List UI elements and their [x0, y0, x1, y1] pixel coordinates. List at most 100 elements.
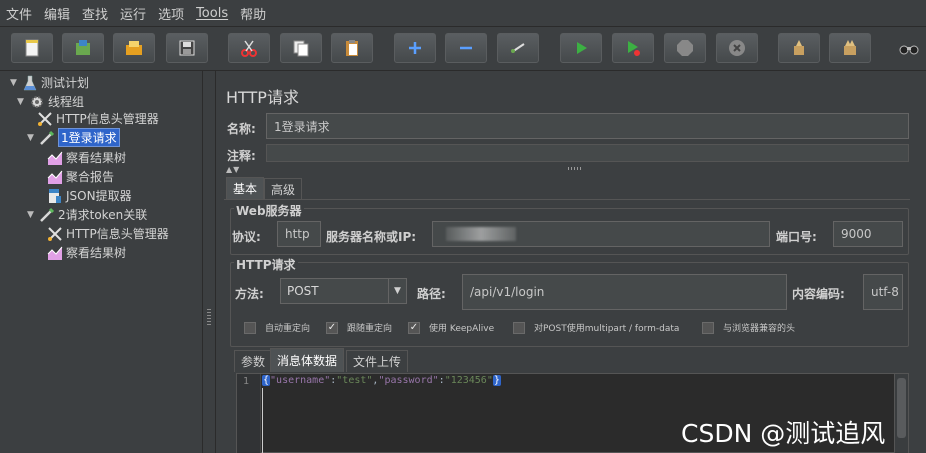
test-plan-tree: ▼ 测试计划 ▼ 线程组 HTTP信息头管理器 ▼ 1登录请求 察看结果树 聚合… [0, 71, 203, 453]
checkbox-box[interactable] [513, 321, 525, 334]
checkbox-box[interactable] [702, 321, 714, 334]
port-label: 端口号: [776, 230, 817, 244]
tree-item-token-request[interactable]: ▼ 2请求token关联 [27, 205, 147, 224]
expand-arrow-icon[interactable]: ▼ [27, 133, 39, 143]
header-manager-icon [47, 226, 63, 242]
listener-icon [47, 150, 63, 166]
checkbox-box[interactable] [244, 321, 256, 334]
tab-advanced[interactable]: 高级 [264, 178, 303, 200]
checkbox-keepalive[interactable]: ✓ 使用 KeepAlive [408, 321, 494, 334]
open-brace: { [262, 375, 271, 386]
tab-basic[interactable]: 基本 [226, 177, 265, 199]
tree-item-login-request[interactable]: ▼ 1登录请求 [27, 128, 120, 147]
method-select[interactable]: POST ▼ [280, 278, 407, 304]
menu-search[interactable]: 查找 [82, 4, 108, 23]
checkbox-multipart[interactable]: 对POST使用multipart / form-data [513, 321, 679, 334]
templates-button[interactable] [62, 33, 104, 63]
json-key-username: "username" [270, 375, 331, 386]
shutdown-icon [729, 40, 745, 56]
menu-edit[interactable]: 编辑 [44, 4, 70, 23]
chevron-down-icon[interactable]: ▼ [388, 279, 406, 303]
cut-button[interactable] [228, 33, 270, 63]
search-icon [899, 45, 919, 55]
checkmark-icon[interactable]: ✓ [408, 321, 420, 334]
close-brace: } [492, 375, 501, 386]
tree-item-header-manager[interactable]: HTTP信息头管理器 [37, 109, 159, 128]
checkbox-follow-redirect[interactable]: ✓ 跟随重定向 [326, 321, 392, 334]
new-button[interactable] [11, 33, 53, 63]
paste-icon [346, 40, 358, 56]
tree-item-test-plan[interactable]: ▼ 测试计划 [10, 73, 89, 92]
name-input[interactable]: 1登录请求 [266, 113, 909, 139]
web-server-title: Web服务器 [234, 202, 304, 219]
test-plan-icon [22, 75, 38, 91]
menu-help[interactable]: 帮助 [240, 4, 266, 23]
protocol-input[interactable]: http [277, 221, 321, 247]
open-button[interactable] [113, 33, 155, 63]
save-button[interactable] [166, 33, 208, 63]
editor-scrollbar[interactable] [894, 374, 908, 453]
checkmark-icon[interactable]: ✓ [326, 321, 338, 334]
expand-button[interactable] [394, 33, 436, 63]
new-icon [25, 39, 39, 57]
start-no-pause-button[interactable] [612, 33, 654, 63]
scrollbar-thumb[interactable] [897, 378, 906, 438]
page-title: HTTP请求 [226, 88, 299, 107]
panel-splitter[interactable] [203, 71, 216, 453]
save-icon [179, 40, 195, 56]
tree-item-json-extractor[interactable]: JSON提取器 [47, 186, 132, 205]
comment-input[interactable] [266, 144, 909, 162]
clear-button[interactable] [778, 33, 820, 63]
menu-run[interactable]: 运行 [120, 4, 146, 23]
text-cursor [262, 388, 263, 453]
header-manager-icon [37, 111, 53, 127]
tab-file-upload[interactable]: 文件上传 [346, 350, 409, 372]
expand-arrow-icon[interactable]: ▼ [10, 78, 22, 88]
stop-button[interactable] [664, 33, 706, 63]
checkbox-browser-headers[interactable]: 与浏览器兼容的头 [702, 321, 795, 334]
thread-group-icon [29, 94, 45, 110]
tab-body-data[interactable]: 消息体数据 [270, 348, 345, 372]
clear-all-icon [844, 40, 856, 55]
splitter-grip-icon[interactable] [207, 309, 211, 325]
checkbox-auto-redirect[interactable]: 自动重定向 [244, 321, 310, 334]
json-value-username: "test" [336, 375, 373, 386]
http-request-title: HTTP请求 [234, 256, 298, 273]
server-label: 服务器名称或IP: [326, 230, 417, 244]
resize-dots-icon[interactable] [568, 167, 582, 170]
collapse-arrows-icon[interactable]: ▲▼ [226, 165, 240, 174]
tab-parameters[interactable]: 参数 [234, 350, 273, 372]
comment-label: 注释: [227, 149, 256, 163]
collapse-button[interactable] [445, 33, 487, 63]
port-input[interactable]: 9000 [833, 221, 903, 247]
tree-item-results-tree[interactable]: 察看结果树 [47, 148, 126, 167]
paste-button[interactable] [331, 33, 373, 63]
menu-bar: 文件 编辑 查找 运行 选项 Tools 帮助 [0, 0, 926, 27]
start-button[interactable] [560, 33, 602, 63]
json-value-password: "123456" [444, 375, 493, 386]
menu-tools[interactable]: Tools [196, 6, 228, 21]
copy-button[interactable] [280, 33, 322, 63]
tree-item-aggregate-report[interactable]: 聚合报告 [47, 167, 114, 186]
toggle-icon [511, 43, 525, 53]
expand-arrow-icon[interactable]: ▼ [27, 210, 39, 220]
method-label: 方法: [235, 287, 264, 301]
tree-item-header-manager-2[interactable]: HTTP信息头管理器 [47, 224, 169, 243]
toggle-button[interactable] [497, 33, 539, 63]
watermark: CSDN @测试追风 [681, 419, 886, 448]
shutdown-button[interactable] [716, 33, 758, 63]
sampler-icon [39, 130, 55, 146]
collapse-icon [460, 46, 472, 50]
search-button[interactable] [892, 33, 926, 63]
tree-item-results-tree-2[interactable]: 察看结果树 [47, 243, 126, 262]
expand-arrow-icon[interactable]: ▼ [17, 97, 29, 107]
expand-icon [409, 42, 421, 54]
encoding-input[interactable]: utf-8 [863, 274, 903, 310]
menu-options[interactable]: 选项 [158, 4, 184, 23]
line-gutter: 1 [237, 374, 261, 453]
extractor-icon [47, 188, 63, 204]
clear-icon [794, 40, 804, 55]
path-input[interactable]: /api/v1/login [462, 274, 787, 310]
clear-all-button[interactable] [829, 33, 871, 63]
menu-file[interactable]: 文件 [6, 4, 32, 23]
